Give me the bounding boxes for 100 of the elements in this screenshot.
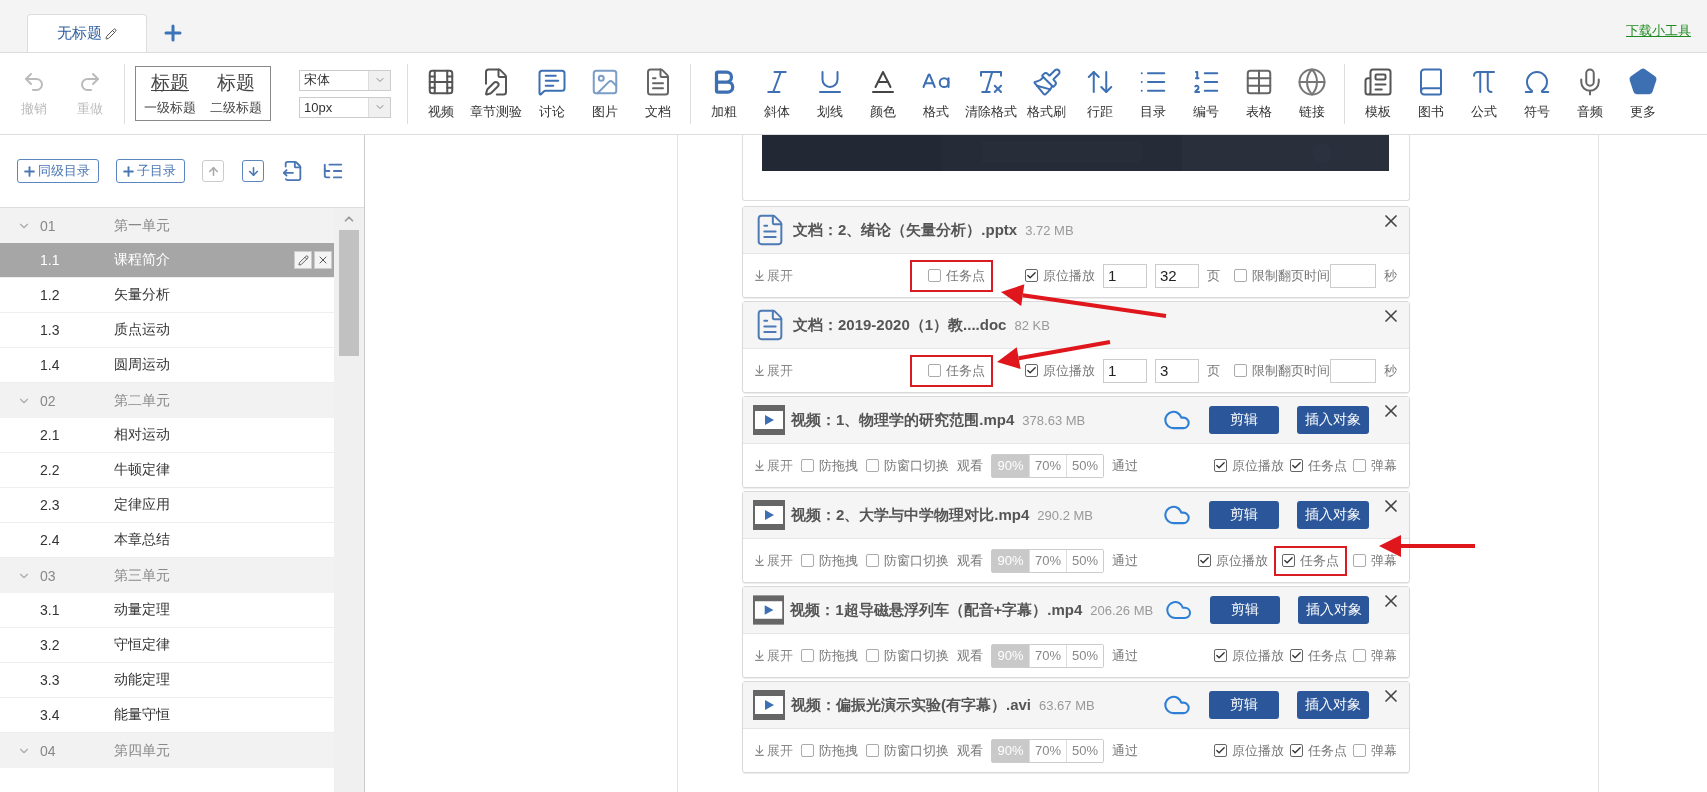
checkbox[interactable] <box>801 744 814 757</box>
checkbox[interactable] <box>928 364 941 377</box>
scrollbar-thumb[interactable] <box>339 230 360 356</box>
insert-button[interactable]: 插入对象 <box>1297 406 1369 434</box>
toolbar-button[interactable]: 格式 <box>909 58 962 129</box>
toolbar-button[interactable] <box>282 160 304 182</box>
checkbox[interactable] <box>928 269 941 282</box>
edit-button[interactable]: 剪辑 <box>1210 596 1281 624</box>
checkbox[interactable] <box>1353 744 1366 757</box>
scrollbar[interactable] <box>334 208 364 792</box>
page-from-field[interactable]: 1 <box>1103 263 1147 288</box>
add-catalog-button[interactable]: 子目录 <box>116 159 185 183</box>
checkbox[interactable] <box>1290 459 1303 472</box>
toolbar-button[interactable]: 斜体 <box>750 58 803 129</box>
checkbox[interactable] <box>1353 459 1366 472</box>
toolbar-button[interactable]: 文档 <box>631 58 684 129</box>
toolbar-button[interactable]: 图片 <box>578 58 631 129</box>
font-select[interactable]: 宋体 <box>299 69 391 91</box>
edit-button[interactable] <box>294 251 313 269</box>
checkbox[interactable] <box>1214 459 1227 472</box>
size-select[interactable]: 10px <box>299 96 391 118</box>
checkbox[interactable] <box>1290 744 1303 757</box>
toolbar-button[interactable]: 图书 <box>1404 58 1457 129</box>
insert-button[interactable]: 插入对象 <box>1297 691 1369 719</box>
document-tab[interactable]: 无标题 <box>27 14 147 52</box>
insert-button[interactable]: 插入对象 <box>1298 596 1369 624</box>
expand-button[interactable]: 展开 <box>753 646 793 665</box>
checkbox[interactable] <box>1025 269 1038 282</box>
expand-button[interactable]: 展开 <box>753 741 793 760</box>
expand-button[interactable]: 展开 <box>753 266 793 285</box>
percent-option[interactable]: 50% <box>1066 739 1103 762</box>
checkbox[interactable] <box>1214 744 1227 757</box>
insert-button[interactable]: 插入对象 <box>1297 501 1369 529</box>
delete-button[interactable] <box>314 251 333 269</box>
toolbar-button[interactable] <box>242 160 264 182</box>
toolbar-button[interactable]: 更多 <box>1616 58 1669 129</box>
chapter-number: 2.3 <box>40 497 61 513</box>
chapter-title: 相对运动 <box>114 426 170 444</box>
checkbox[interactable] <box>801 649 814 662</box>
toolbar-button[interactable]: 讨论 <box>525 58 578 129</box>
page-to-field[interactable]: 3 <box>1155 358 1199 383</box>
arrow-down-icon <box>753 554 766 567</box>
page-from-field[interactable]: 1 <box>1103 358 1147 383</box>
toolbar-button[interactable]: 符号 <box>1510 58 1563 129</box>
watch-label: 观看 <box>957 456 983 475</box>
toolbar-button[interactable]: 编号 <box>1179 58 1232 129</box>
toolbar-button[interactable]: 章节测验 <box>467 58 525 129</box>
checkbox[interactable] <box>1234 269 1247 282</box>
toolbar-button[interactable]: 公式 <box>1457 58 1510 129</box>
heading-style-button[interactable]: 标题 一级标题 <box>144 70 196 117</box>
seconds-field[interactable] <box>1330 358 1376 383</box>
unit-number: 02 <box>40 392 57 409</box>
toolbar-button[interactable]: 行距 <box>1073 58 1126 129</box>
checkbox[interactable] <box>1198 554 1211 567</box>
toolbar-button[interactable]: 清除格式 <box>962 58 1020 129</box>
add-catalog-button[interactable]: 同级目录 <box>17 159 99 183</box>
edit-button[interactable]: 剪辑 <box>1209 691 1279 719</box>
toolbar-button[interactable]: 格式刷 <box>1020 58 1073 129</box>
toolbar-button[interactable]: 目录 <box>1126 58 1179 129</box>
checkbox[interactable] <box>1290 649 1303 662</box>
unit-title: 第二单元 <box>114 391 170 410</box>
checkbox[interactable] <box>866 649 879 662</box>
edit-button[interactable]: 剪辑 <box>1209 501 1279 529</box>
seconds-field[interactable] <box>1330 263 1376 288</box>
checkbox[interactable] <box>1234 364 1247 377</box>
checkbox[interactable] <box>1282 554 1295 567</box>
percent-option[interactable]: 50% <box>1066 549 1103 572</box>
edit-button[interactable]: 剪辑 <box>1209 406 1279 434</box>
checkbox[interactable] <box>1025 364 1038 377</box>
checkbox[interactable] <box>866 459 879 472</box>
file-title: 文档：2019-2020（1）教....doc <box>793 315 1007 335</box>
toolbar-button[interactable]: 链接 <box>1285 58 1338 129</box>
checkbox[interactable] <box>1353 649 1366 662</box>
checkbox[interactable] <box>801 554 814 567</box>
checkbox[interactable] <box>866 554 879 567</box>
download-link[interactable]: 下载小工具 <box>1626 22 1691 40</box>
toolbar-button[interactable]: 模板 <box>1351 58 1404 129</box>
percent-option[interactable]: 50% <box>1066 454 1103 477</box>
file-size: 378.63 MB <box>1022 412 1086 428</box>
checkbox[interactable] <box>1214 649 1227 662</box>
toolbar-button[interactable] <box>322 160 344 182</box>
toolbar-button[interactable]: 音频 <box>1563 58 1616 129</box>
checkbox[interactable] <box>801 459 814 472</box>
toolbar-button[interactable]: 表格 <box>1232 58 1285 129</box>
arrow-down-icon <box>753 649 766 662</box>
film-icon <box>753 500 785 530</box>
chapter-number: 3.4 <box>40 707 61 723</box>
toolbar-button[interactable]: 加粗 <box>697 58 750 129</box>
toolbar-button[interactable]: 划线 <box>803 58 856 129</box>
toolbar-button[interactable]: 视频 <box>414 58 467 129</box>
page-to-field[interactable]: 32 <box>1155 263 1199 288</box>
percent-option[interactable]: 50% <box>1066 644 1103 667</box>
expand-button[interactable]: 展开 <box>753 361 793 380</box>
toolbar-button[interactable]: 颜色 <box>856 58 909 129</box>
chapter-number: 2.1 <box>40 427 61 443</box>
heading-style-button[interactable]: 标题 二级标题 <box>210 70 262 117</box>
checkbox[interactable] <box>866 744 879 757</box>
checkbox[interactable] <box>1353 554 1366 567</box>
expand-button[interactable]: 展开 <box>753 456 793 475</box>
expand-button[interactable]: 展开 <box>753 551 793 570</box>
